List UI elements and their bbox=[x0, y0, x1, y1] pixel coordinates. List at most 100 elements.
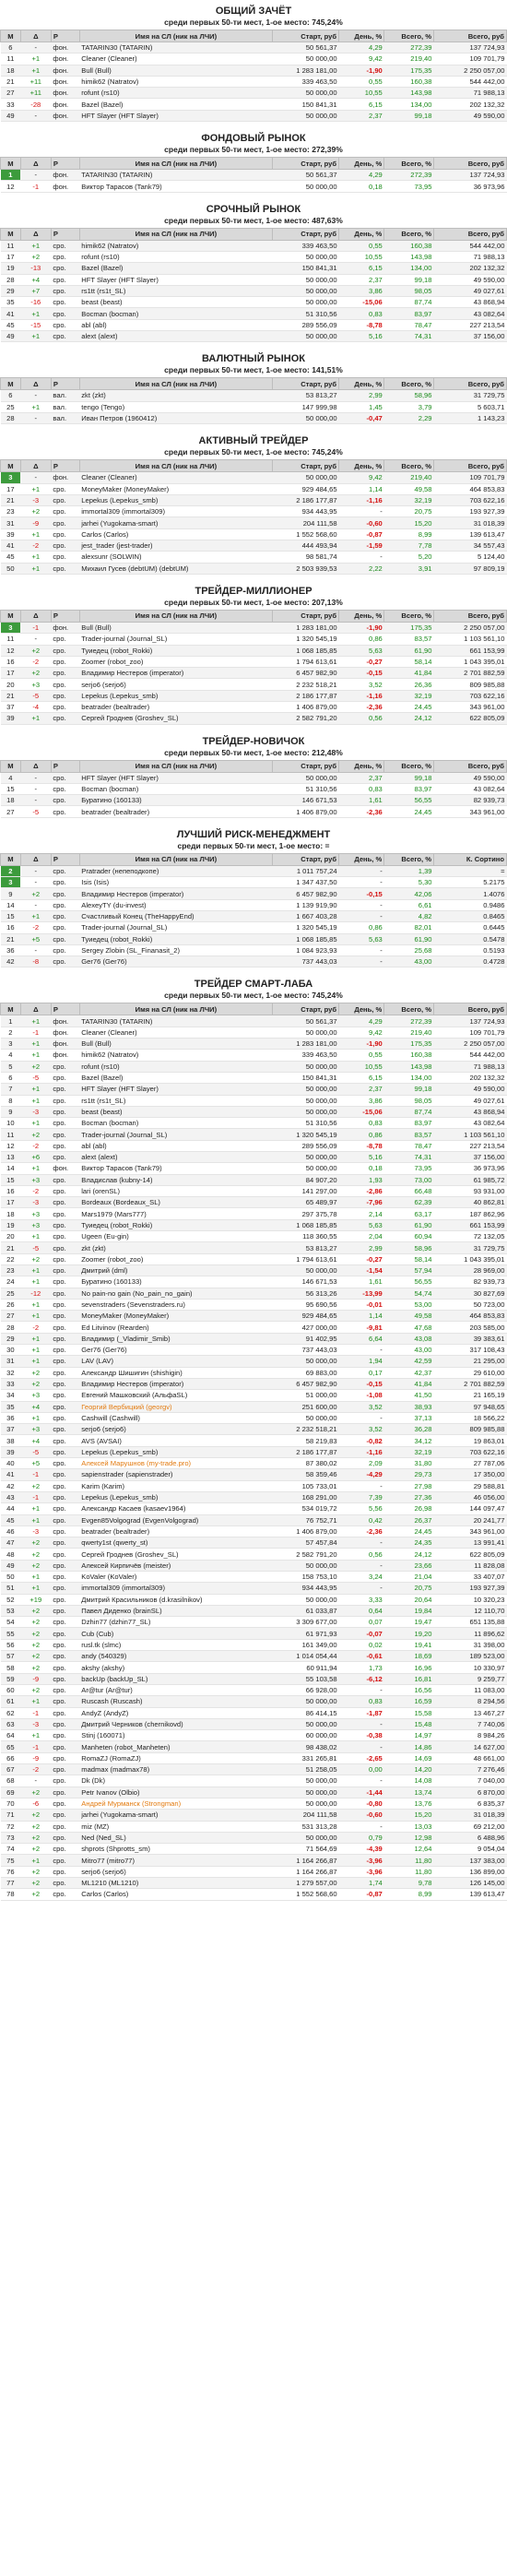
column-header[interactable]: М bbox=[0, 30, 21, 42]
trader-name-link[interactable]: Владимир Нестеров (imperator) bbox=[79, 887, 273, 900]
table-row[interactable]: 49- фон. HFT Slayer (HFT Slayer) 50 000,00 2… bbox=[0, 110, 507, 123]
table-row[interactable]: 59 -9 сро. backUp (backUp_SL) 55 103,58 -6,12… bbox=[0, 1673, 507, 1685]
trader-name-link[interactable]: madmax (madmax78) bbox=[79, 1763, 273, 1776]
trader-name-link[interactable]: serjo6 (serjo6) bbox=[79, 1423, 273, 1436]
table-row[interactable]: 2 -1 фон. Cleaner (Cleaner) 50 000,00 9,42 219… bbox=[0, 1027, 507, 1039]
trader-name-link[interactable]: AndyZ (AndyZ) bbox=[79, 1707, 273, 1719]
table-row[interactable]: 58 +2 сро. akshy (akshy) 60 911,94 1,73 16,96 1… bbox=[0, 1661, 507, 1674]
table-row[interactable]: 10 +1 сро. Bocman (bocman) 51 310,56 0,83 83,9… bbox=[0, 1117, 507, 1130]
trader-name-link[interactable]: tengo (Tengo) bbox=[79, 401, 273, 413]
column-header[interactable]: Δ bbox=[19, 759, 52, 773]
table-row[interactable]: 14 +1 фон. Виктор Тарасов (Tank79) 50 000,00… bbox=[0, 1162, 507, 1175]
trader-name-link[interactable]: Дмитрий Черников (chernikovd) bbox=[79, 1718, 273, 1731]
table-row[interactable]: 70 -6 сро. Андрей Мурманск (Strongman) 50 00… bbox=[0, 1798, 507, 1810]
trader-name-link[interactable]: Lepekus (Lepekus_smb) bbox=[79, 1446, 273, 1459]
column-header[interactable]: Старт, руб bbox=[272, 227, 340, 241]
table-row[interactable]: 11- сро. Trader-journal (Journal_SL) 1 320 … bbox=[0, 633, 507, 646]
table-row[interactable]: 1 +1 фон. TATARIN30 (TATARIN) 50 561,37 4,29 2… bbox=[0, 1015, 507, 1027]
trader-name-link[interactable]: Pratrader (непеподкопе) bbox=[79, 865, 273, 878]
trader-name-link[interactable]: abl (abl) bbox=[79, 319, 273, 332]
table-row[interactable]: 31 +1 сро. LAV (LAV) 50 000,00 1,94 42,59 21 29… bbox=[0, 1355, 507, 1368]
table-row[interactable]: 65 -1 сро. Manheten (robot_Manheten) 98 438,… bbox=[0, 1740, 507, 1753]
column-header[interactable]: Всего, % bbox=[383, 157, 435, 171]
trader-name-link[interactable]: Буратино (160133) bbox=[79, 1276, 273, 1288]
trader-name-link[interactable]: Dzhin77 (dzhin77_SL) bbox=[79, 1616, 273, 1629]
table-row[interactable]: 28 +4 сро. HFT Slayer (HFT Slayer) 50 000,00… bbox=[0, 274, 507, 286]
trader-name-link[interactable]: immortal309 (immortal309) bbox=[79, 1582, 273, 1595]
trader-name-link[interactable]: rofunt (rs10) bbox=[79, 251, 273, 264]
column-header[interactable]: День, % bbox=[338, 157, 385, 171]
trader-name-link[interactable]: MoneyMaker (MoneyMaker) bbox=[79, 1310, 273, 1323]
table-row[interactable]: 14- сро. AlexeyTY (du-invest) 1 139 919,90-… bbox=[0, 899, 507, 911]
trader-name-link[interactable]: rs1tt (rs1t_SL) bbox=[79, 1095, 273, 1107]
table-row[interactable]: 45 -15 сро. abl (abl) 289 556,09 -8,78 78,47 22… bbox=[0, 319, 507, 332]
trader-name-link[interactable]: serjo6 (serjo6) bbox=[79, 1866, 273, 1879]
column-header[interactable]: Всего, руб bbox=[433, 377, 507, 391]
trader-name-link[interactable]: Bull (Bull) bbox=[79, 65, 273, 77]
table-row[interactable]: 62 -1 сро. AndyZ (AndyZ) 86 414,15 -1,87 15,58… bbox=[0, 1707, 507, 1719]
table-row[interactable]: 71 +2 сро. jarhei (Yugokama-smart) 204 111,5… bbox=[0, 1809, 507, 1822]
column-header[interactable]: День, % bbox=[338, 852, 385, 866]
table-row[interactable]: 21 -3 сро. Lepekus (Lepekus_smb) 2 186 177,8… bbox=[0, 494, 507, 507]
table-row[interactable]: 20 +1 сро. Ugeen (Eu-gin) 118 360,55 2,04 60,9… bbox=[0, 1230, 507, 1243]
trader-name-link[interactable]: ML1210 (ML1210) bbox=[79, 1877, 273, 1890]
trader-name-link[interactable]: HFT Slayer (HFT Slayer) bbox=[79, 110, 273, 123]
trader-name-link[interactable]: Ned (Ned_SL) bbox=[79, 1832, 273, 1845]
table-row[interactable]: 43 -1 сро. Lepekus (Lepekus_smb) 168 291,00 7… bbox=[0, 1491, 507, 1504]
column-header[interactable]: М bbox=[0, 377, 21, 391]
trader-name-link[interactable]: Туиедец (robot_Rokki) bbox=[79, 645, 273, 657]
trader-name-link[interactable]: TATARIN30 (TATARIN) bbox=[79, 169, 273, 182]
column-header[interactable]: Р bbox=[50, 30, 80, 42]
trader-name-link[interactable]: beast (beast) bbox=[79, 1106, 273, 1119]
table-row[interactable]: 21 -5 сро. zkt (zkt) 53 813,27 2,99 58,96 31 72… bbox=[0, 1241, 507, 1254]
column-header[interactable]: Р bbox=[50, 609, 80, 623]
trader-name-link[interactable]: Evgen85Volgograd (EvgenVolgograd) bbox=[79, 1514, 273, 1526]
trader-name-link[interactable]: Александр Шишигин (shishigin) bbox=[79, 1367, 273, 1379]
column-header[interactable]: Всего, % bbox=[383, 759, 435, 773]
trader-name-link[interactable]: zkt (zkt) bbox=[79, 1241, 273, 1254]
table-row[interactable]: 16 -2 сро. Trader-journal (Journal_SL) 1 320… bbox=[0, 921, 507, 934]
trader-name-link[interactable]: HFT Slayer (HFT Slayer) bbox=[79, 274, 273, 286]
column-header[interactable]: День, % bbox=[338, 30, 385, 42]
table-row[interactable]: 12 -1 фон. Виктор Тарасов (Tank79) 50 000,00… bbox=[0, 180, 507, 193]
table-row[interactable]: 49 +1 сро. alext (alext) 50 000,00 5,16 74,31 3… bbox=[0, 330, 507, 343]
table-row[interactable]: 68- сро. Dk (Dk) 50 000,00-14,08 7 040,00 bbox=[0, 1775, 507, 1787]
trader-name-link[interactable]: Сергей Гроднев (Groshev_SL) bbox=[79, 1548, 273, 1561]
column-header[interactable]: М bbox=[0, 459, 21, 473]
column-header[interactable]: День, % bbox=[338, 227, 385, 241]
trader-name-link[interactable]: backUp (backUp_SL) bbox=[79, 1673, 273, 1685]
trader-name-link[interactable]: Павел Диденко (brainSL) bbox=[79, 1605, 273, 1618]
table-row[interactable]: 73 +2 сро. Ned (Ned_SL) 50 000,00 0,79 12,98 6 … bbox=[0, 1832, 507, 1845]
trader-name-link[interactable]: Lepekus (Lepekus_smb) bbox=[79, 494, 273, 507]
trader-name-link[interactable]: Bull (Bull) bbox=[79, 622, 273, 635]
table-row[interactable]: 41 +1 сро. Bocman (bocman) 51 310,56 0,83 83,9… bbox=[0, 307, 507, 320]
table-row[interactable]: 40 +5 сро. Алексей Марушнов (my-trade.pro) 8… bbox=[0, 1457, 507, 1470]
trader-name-link[interactable]: rusl.tk (slmc) bbox=[79, 1639, 273, 1652]
trader-name-link[interactable]: Bordeaux (Bordeaux_SL) bbox=[79, 1196, 273, 1209]
column-header[interactable]: Имя на СЛ (ник на ЛЧИ) bbox=[78, 852, 274, 866]
column-header[interactable]: Δ bbox=[19, 157, 52, 171]
trader-name-link[interactable]: Karim (Karim) bbox=[79, 1480, 273, 1492]
table-row[interactable]: 17 +1 сро. MoneyMaker (MoneyMaker) 929 484,6… bbox=[0, 483, 507, 495]
column-header[interactable]: М bbox=[0, 157, 21, 171]
trader-name-link[interactable]: Алексей Кирпичёв (meister) bbox=[79, 1560, 273, 1572]
table-row[interactable]: 35 -16 сро. beast (beast) 50 000,00 -15,06 87,… bbox=[0, 296, 507, 309]
trader-name-link[interactable]: No pain-no gain (No_pain_no_gain) bbox=[79, 1288, 273, 1300]
table-row[interactable]: 3 +1 фон. Bull (Bull) 1 283 181,00 -1,90 175,3… bbox=[0, 1038, 507, 1051]
trader-name-link[interactable]: Михаил Гусев (debtUM) (debtUM) bbox=[79, 563, 273, 575]
table-row[interactable]: 41 -2 сро. jest_trader (jest-trader) 444 493… bbox=[0, 540, 507, 552]
table-row[interactable]: 25 -12 сро. No pain-no gain (No_pain_no_gai… bbox=[0, 1288, 507, 1300]
trader-name-link[interactable]: Владимир (_Vladimir_Smib) bbox=[79, 1333, 273, 1346]
table-row[interactable]: 45 +1 сро. Evgen85Volgograd (EvgenVolgograd… bbox=[0, 1514, 507, 1526]
trader-name-link[interactable]: lari (orenSL) bbox=[79, 1185, 273, 1198]
trader-name-link[interactable]: HFT Slayer (HFT Slayer) bbox=[79, 1083, 273, 1096]
table-row[interactable]: 25 +1 вал. tengo (Tengo) 147 999,98 1,45 3,79 5… bbox=[0, 401, 507, 413]
trader-name-link[interactable]: zkt (zkt) bbox=[79, 389, 273, 402]
trader-name-link[interactable]: Cashwill (Cashwill) bbox=[79, 1412, 273, 1425]
table-row[interactable]: 34 +3 сро. Евгений Машковский (АльфаSL) 51 0… bbox=[0, 1389, 507, 1402]
column-header[interactable]: Δ bbox=[19, 609, 52, 623]
table-row[interactable]: 20 +3 сро. serjo6 (serjo6) 2 232 518,21 3,52 2… bbox=[0, 678, 507, 691]
table-row[interactable]: 33 -28 фон. Bazel (Bazel) 150 841,31 6,15 134,… bbox=[0, 98, 507, 111]
column-header[interactable]: Старт, руб bbox=[272, 157, 340, 171]
table-row[interactable]: 74 +2 сро. shprots (Shprotts_sm) 71 564,69 -4… bbox=[0, 1843, 507, 1856]
